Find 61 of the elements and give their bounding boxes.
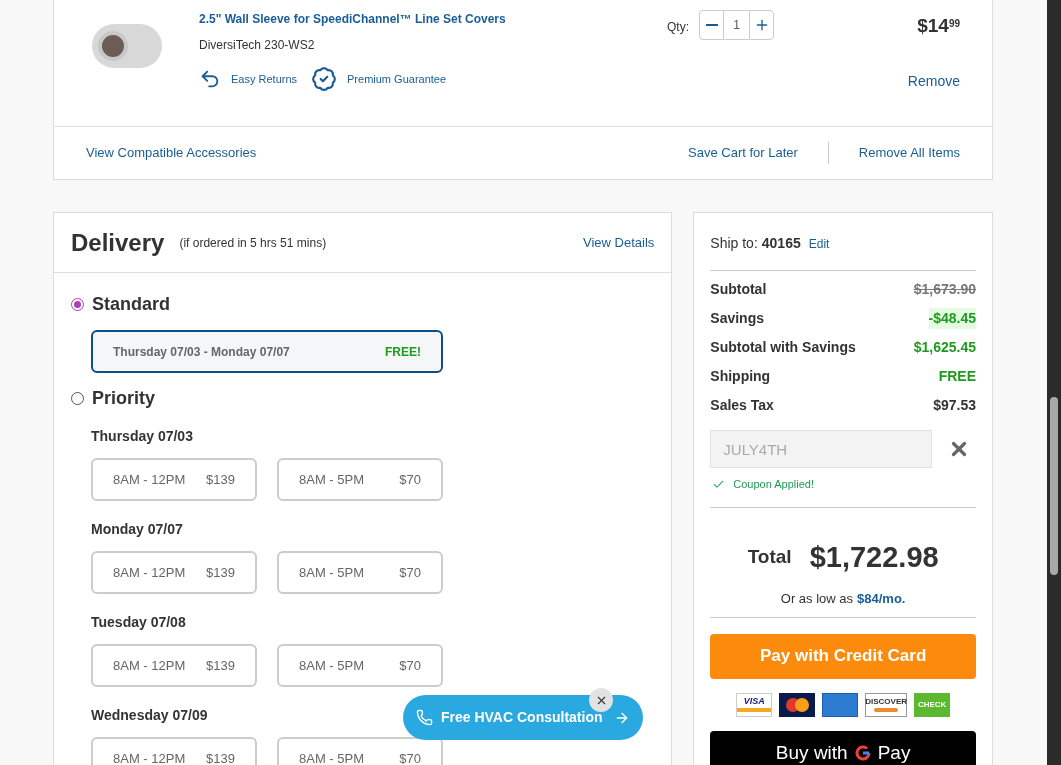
summary-label: Subtotal — [710, 280, 767, 299]
summary-value: $97.53 — [933, 396, 976, 415]
delivery-slot[interactable]: 8AM - 5PM $70 — [277, 644, 443, 687]
item-price: $14$^{99}$ — [917, 14, 960, 38]
summary-value: FREE — [938, 367, 976, 386]
delivery-option-label: Standard — [92, 293, 170, 316]
amex-logo — [822, 692, 859, 717]
total-label: Total — [747, 545, 792, 569]
total-amount: $1,722.98 — [809, 539, 939, 575]
scrollbar[interactable] — [1047, 0, 1061, 765]
minus-icon — [705, 24, 718, 26]
coupon-status: Coupon Applied! — [733, 477, 815, 492]
g-logo-icon — [853, 744, 872, 762]
discover-logo: DISCOVER — [865, 692, 908, 717]
delivery-slot[interactable]: 8AM - 12PM $139 — [91, 458, 257, 501]
delivery-slot[interactable]: 8AM - 12PM $139 — [91, 644, 257, 687]
delivery-date: Thursday 07/03 — [91, 428, 193, 444]
remove-link[interactable]: Remove — [907, 70, 960, 92]
delivery-date: Wednesday 07/09 — [91, 707, 208, 723]
delivery-date: Monday 07/07 — [91, 521, 183, 537]
product-title-link[interactable]: 2.5" Wall Sleeve for SpeediChannel™ Line Set Covers — [199, 10, 619, 28]
delivery-title: Delivery — [71, 227, 165, 258]
badge-check-icon — [311, 66, 338, 92]
check-logo: CHECK — [914, 692, 951, 717]
summary-label: Subtotal with Savings — [710, 338, 856, 357]
photo-placeholder — [92, 24, 162, 68]
summary-value: $1,673.90 — [913, 280, 976, 299]
plus-button[interactable] — [749, 10, 774, 40]
badge-label: Premium Guarantee — [347, 71, 447, 87]
product-sku: DiversiTech 230-WS2 — [199, 37, 316, 54]
ship-to-label: Ship to: — [710, 234, 758, 253]
visa-logo: VISA — [736, 692, 773, 717]
summary-label: Shipping — [710, 367, 771, 386]
badge-label: Easy Returns — [231, 71, 298, 87]
edit-link[interactable]: Edit — [808, 235, 830, 253]
summary-value: $1,625.45 — [913, 338, 976, 357]
mastercard-logo — [779, 692, 816, 717]
view-details-link[interactable]: View Details — [583, 232, 655, 253]
financing-link[interactable]: $84/mo. — [857, 589, 906, 609]
save-cart-link[interactable]: Save Cart for Later — [688, 143, 798, 163]
delivery-slot[interactable]: 8AM - 5PM $70 — [277, 737, 443, 765]
delivery-note: (if ordered in 5 hrs 51 mins) — [179, 234, 327, 252]
delivery-option-label: Priority — [92, 387, 156, 410]
delivery-slot[interactable]: 8AM - 5PM $70 — [277, 458, 443, 501]
summary-label: Sales Tax — [710, 396, 774, 415]
delivery-slot[interactable]: 8AM - 12PM $139 — [91, 737, 257, 765]
phone-icon — [416, 709, 433, 726]
financing-text: Or as low as — [780, 590, 854, 608]
minus-button[interactable] — [699, 10, 724, 40]
qty-field[interactable]: 1 — [724, 10, 749, 40]
remove-all-link[interactable]: Remove All Items — [858, 143, 960, 163]
summary-label: Savings — [710, 309, 764, 328]
ship-to-zip: 40165 — [761, 234, 801, 253]
summary-value: -$48.45 — [928, 308, 976, 329]
delivery-slot[interactable]: 8AM - 5PM $70 — [277, 551, 443, 594]
compatible-accessories-link[interactable]: View Compatible Accessories — [86, 143, 257, 163]
delivery-date: Tuesday 07/08 — [91, 614, 186, 630]
qty-label: Qty: — [667, 19, 689, 36]
standard-delivery-option[interactable]: Thursday 07/03 - Monday 07/07 FREE! — [91, 330, 443, 373]
google-pay-button[interactable]: Buy with Pay — [710, 730, 976, 765]
delivery-slot[interactable]: 8AM - 12PM $139 — [91, 551, 257, 594]
